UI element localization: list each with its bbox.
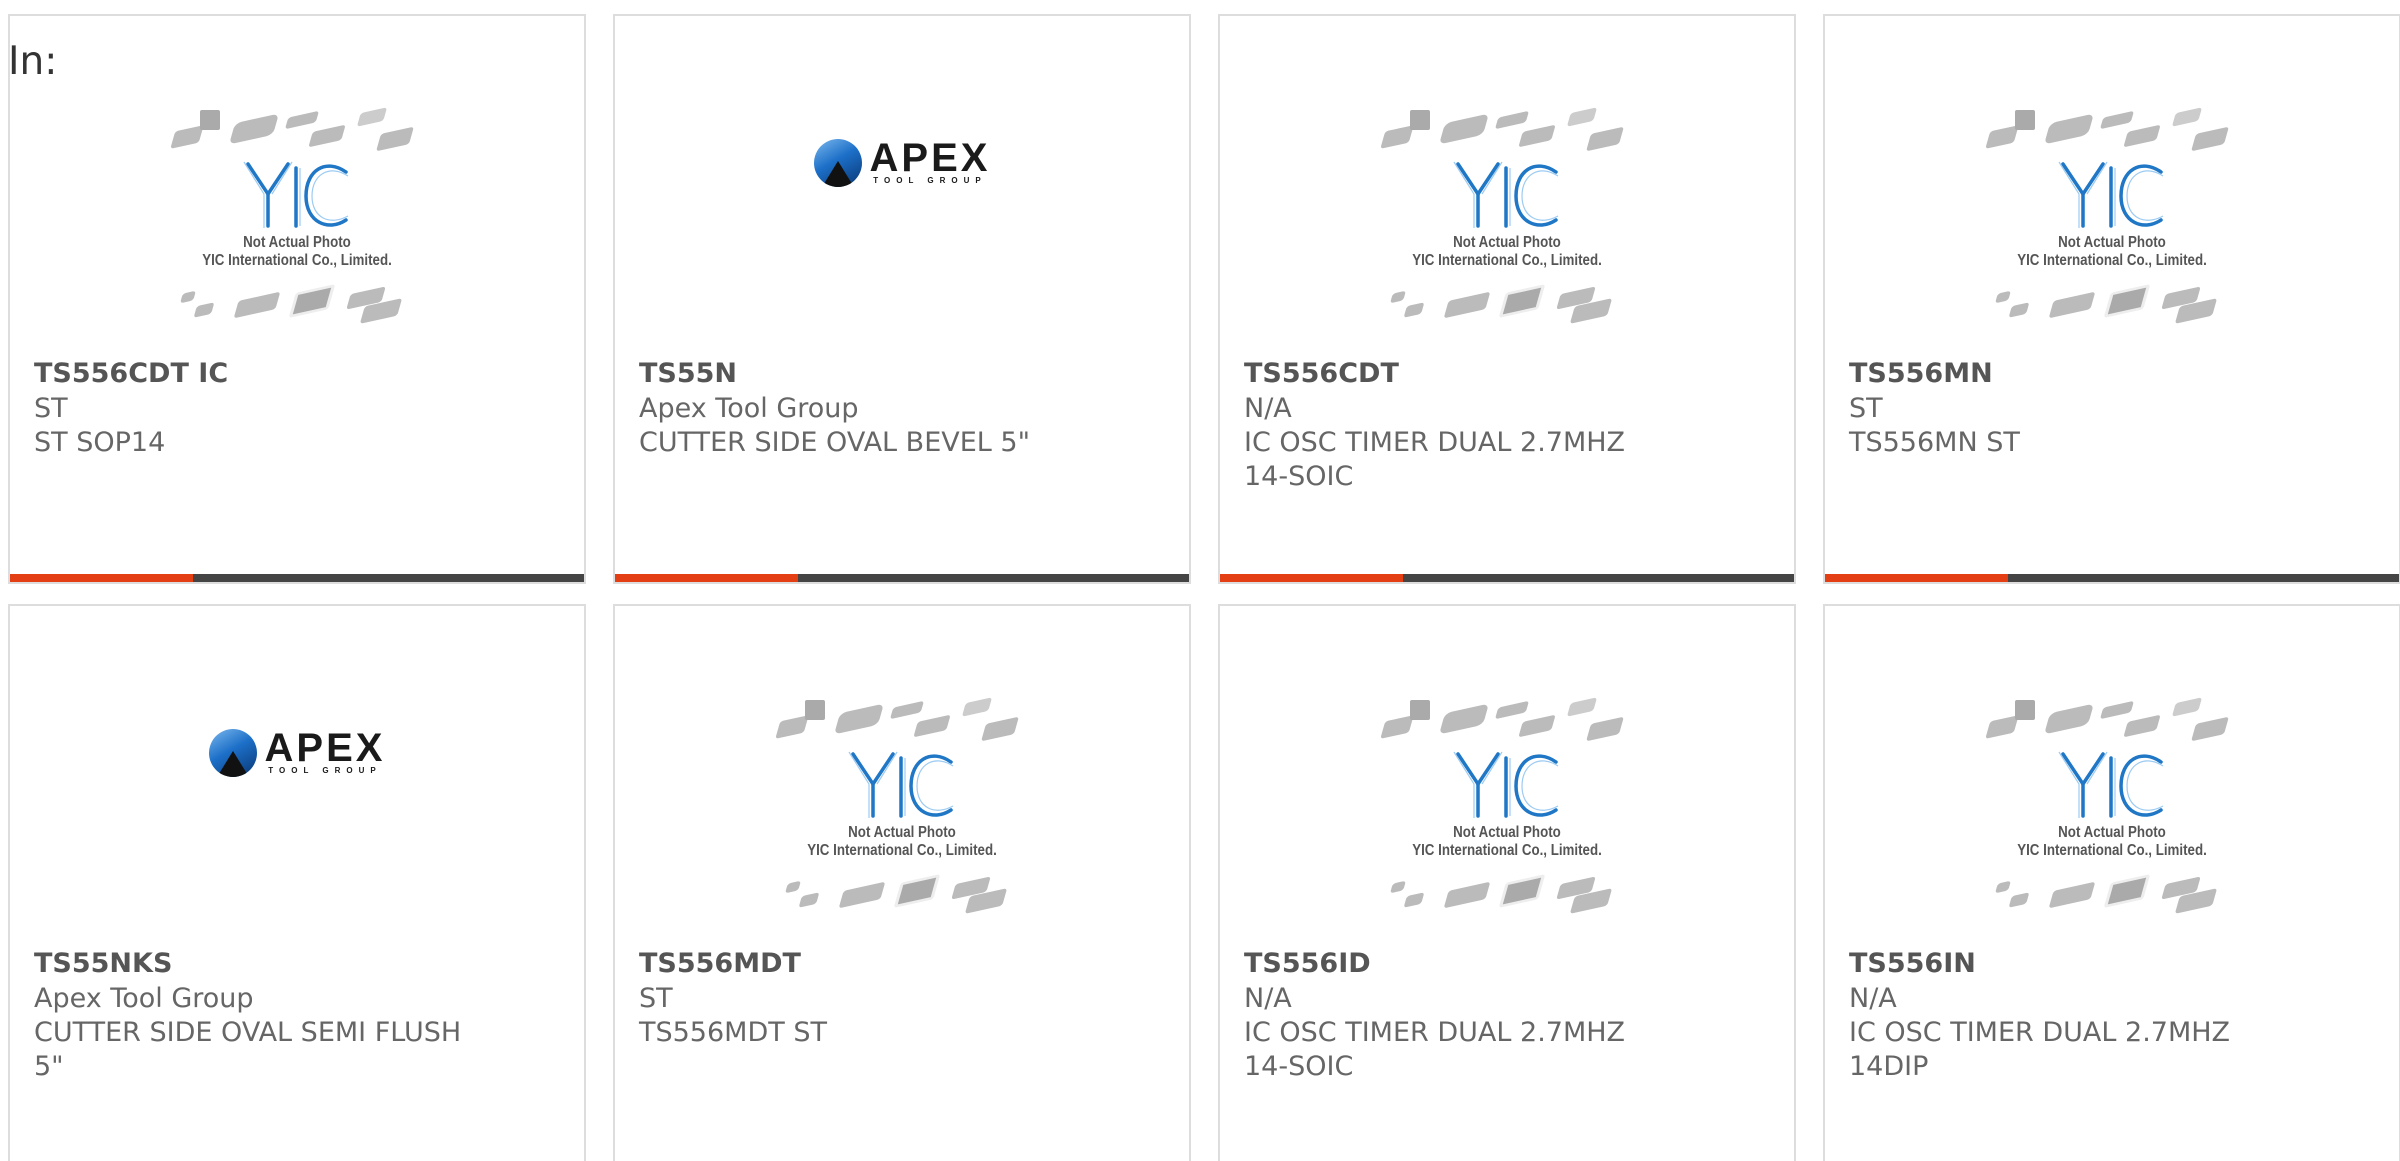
product-grid: Not Actual Photo YIC International Co., …: [8, 14, 2400, 1161]
product-card[interactable]: Not Actual Photo YIC International Co., …: [1823, 14, 2400, 584]
product-manufacturer: N/A: [1244, 983, 1292, 1014]
yic-placeholder-image: Not Actual Photo YIC International Co., …: [1372, 694, 1642, 942]
card-accent-bar: [10, 574, 584, 582]
apex-logo-tagline: TOOL GROUP: [268, 765, 382, 775]
chip-icons-top: [1372, 104, 1642, 156]
search-results-page: In: Not Actual Photo YIC International C…: [0, 0, 2400, 1161]
card-accent-bar: [615, 574, 1189, 582]
yic-placeholder-image: Not Actual Photo YIC International Co., …: [1977, 104, 2247, 352]
product-part-number[interactable]: TS55N: [639, 358, 737, 389]
placeholder-line-2: YIC International Co., Limited.: [2017, 841, 2207, 859]
chip-icons-bottom: [162, 283, 432, 336]
product-description: TS556MN ST: [1849, 427, 2020, 458]
placeholder-line-2: YIC International Co., Limited.: [807, 841, 997, 859]
apex-logo-tagline: TOOL GROUP: [873, 175, 987, 185]
product-card[interactable]: Not Actual Photo YIC International Co., …: [8, 14, 586, 584]
yic-logo-icon: [848, 751, 954, 818]
product-card[interactable]: APEX TOOL GROUP TS55NKS Apex Tool Group …: [8, 604, 586, 1161]
yic-logo-icon: [1453, 161, 1559, 228]
product-part-number[interactable]: TS556MN: [1849, 358, 1993, 389]
product-part-number[interactable]: TS556CDT IC: [34, 358, 228, 389]
product-description: IC OSC TIMER DUAL 2.7MHZ 14-SOIC: [1244, 1017, 1626, 1082]
product-description: ST SOP14: [34, 427, 166, 458]
apex-tool-group-logo: APEX TOOL GROUP: [208, 725, 386, 777]
yic-logo-icon: [243, 161, 349, 228]
product-image: APEX TOOL GROUP: [10, 690, 584, 945]
product-part-number[interactable]: TS556CDT: [1244, 358, 1399, 389]
product-manufacturer: ST: [639, 983, 673, 1014]
chip-icons-top: [1372, 694, 1642, 746]
apex-logo-icon: [813, 138, 862, 187]
chip-icons-top: [767, 694, 1037, 746]
card-accent-fill: [615, 574, 798, 582]
yic-logo-icon: [2058, 751, 2164, 818]
yic-logo-icon: [2058, 161, 2164, 228]
product-image: Not Actual Photo YIC International Co., …: [1825, 690, 2399, 945]
product-image: Not Actual Photo YIC International Co., …: [1220, 100, 1794, 355]
placeholder-line-2: YIC International Co., Limited.: [1412, 841, 1602, 859]
chip-icons-bottom: [1372, 283, 1642, 336]
product-image: Not Actual Photo YIC International Co., …: [10, 100, 584, 355]
product-description: TS556MDT ST: [639, 1017, 827, 1048]
placeholder-line-1: Not Actual Photo: [2058, 233, 2166, 251]
placeholder-line-1: Not Actual Photo: [2058, 823, 2166, 841]
placeholder-line-1: Not Actual Photo: [848, 823, 956, 841]
product-image: Not Actual Photo YIC International Co., …: [615, 690, 1189, 945]
product-description: IC OSC TIMER DUAL 2.7MHZ 14-SOIC: [1244, 427, 1626, 492]
placeholder-line-1: Not Actual Photo: [1453, 233, 1561, 251]
yic-placeholder-image: Not Actual Photo YIC International Co., …: [1977, 694, 2247, 942]
card-accent-bar: [1825, 574, 2399, 582]
placeholder-line-1: Not Actual Photo: [1453, 823, 1561, 841]
product-part-number[interactable]: TS556ID: [1244, 948, 1371, 979]
product-card[interactable]: Not Actual Photo YIC International Co., …: [613, 604, 1191, 1161]
card-accent-fill: [10, 574, 193, 582]
product-card[interactable]: APEX TOOL GROUP TS55N Apex Tool Group CU…: [613, 14, 1191, 584]
product-part-number[interactable]: TS556IN: [1849, 948, 1976, 979]
product-manufacturer: ST: [1849, 393, 1883, 424]
yic-placeholder-image: Not Actual Photo YIC International Co., …: [162, 104, 432, 352]
product-card[interactable]: Not Actual Photo YIC International Co., …: [1823, 604, 2400, 1161]
product-image: Not Actual Photo YIC International Co., …: [1825, 100, 2399, 355]
filter-label: In:: [8, 39, 58, 84]
product-manufacturer: ST: [34, 393, 68, 424]
product-description: CUTTER SIDE OVAL SEMI FLUSH 5": [34, 1017, 462, 1082]
product-part-number[interactable]: TS556MDT: [639, 948, 801, 979]
card-accent-fill: [1220, 574, 1403, 582]
yic-placeholder-image: Not Actual Photo YIC International Co., …: [1372, 104, 1642, 352]
chip-icons-bottom: [1372, 873, 1642, 926]
product-manufacturer: N/A: [1849, 983, 1897, 1014]
chip-icons-bottom: [767, 873, 1037, 926]
chip-icons-bottom: [1977, 873, 2247, 926]
apex-logo-icon: [208, 728, 257, 777]
card-accent-bar: [1220, 574, 1794, 582]
placeholder-line-2: YIC International Co., Limited.: [1412, 251, 1602, 269]
placeholder-line-1: Not Actual Photo: [243, 233, 351, 251]
product-image: Not Actual Photo YIC International Co., …: [1220, 690, 1794, 945]
placeholder-line-2: YIC International Co., Limited.: [2017, 251, 2207, 269]
chip-icons-top: [1977, 694, 2247, 746]
product-manufacturer: N/A: [1244, 393, 1292, 424]
product-card[interactable]: Not Actual Photo YIC International Co., …: [1218, 604, 1796, 1161]
chip-icons-top: [1977, 104, 2247, 156]
apex-tool-group-logo: APEX TOOL GROUP: [813, 135, 991, 187]
apex-logo-name: APEX: [264, 725, 386, 770]
product-image: APEX TOOL GROUP: [615, 100, 1189, 355]
product-part-number[interactable]: TS55NKS: [34, 948, 172, 979]
product-description: IC OSC TIMER DUAL 2.7MHZ 14DIP: [1849, 1017, 2231, 1082]
product-description: CUTTER SIDE OVAL BEVEL 5": [639, 427, 1031, 458]
apex-logo-name: APEX: [869, 135, 991, 180]
yic-logo-icon: [1453, 751, 1559, 818]
placeholder-line-2: YIC International Co., Limited.: [202, 251, 392, 269]
chip-icons-bottom: [1977, 283, 2247, 336]
chip-icons-top: [162, 104, 432, 156]
card-accent-fill: [1825, 574, 2008, 582]
yic-placeholder-image: Not Actual Photo YIC International Co., …: [767, 694, 1037, 942]
product-card[interactable]: Not Actual Photo YIC International Co., …: [1218, 14, 1796, 584]
product-manufacturer: Apex Tool Group: [639, 393, 859, 424]
product-manufacturer: Apex Tool Group: [34, 983, 254, 1014]
